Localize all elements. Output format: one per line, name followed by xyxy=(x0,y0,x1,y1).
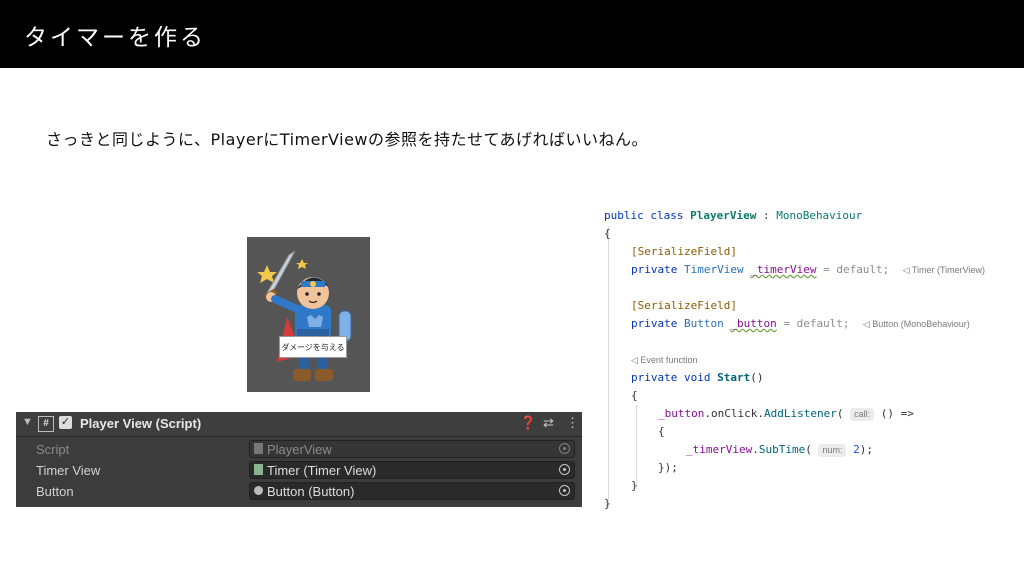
field-row-script: Script PlayerView xyxy=(16,439,582,460)
unity-inspector-panel: ▼ # ✓ Player View (Script) ❓ ⇄ ⋮ Script … xyxy=(16,412,582,507)
code-method-call: AddListener xyxy=(763,407,837,420)
code-paren: ( xyxy=(836,407,844,420)
code-method-call: SubTime xyxy=(758,443,806,456)
code-line-add-listener: _button.onClick.AddListener( call: () => xyxy=(658,406,914,422)
help-icon[interactable]: ❓ xyxy=(520,415,536,431)
enabled-checkbox[interactable]: ✓ xyxy=(59,416,72,429)
code-line-field-button: private Button _button = default; ◁ Butt… xyxy=(631,316,970,332)
field-row-button: Button Button (Button) xyxy=(16,481,582,502)
code-line-brace: } xyxy=(631,479,638,492)
code-chain: .onClick. xyxy=(704,407,764,420)
usage-hint[interactable]: ◁ Button (MonoBehaviour) xyxy=(863,319,970,329)
button-object-field[interactable]: Button (Button) xyxy=(249,482,575,500)
script-field-value: PlayerView xyxy=(267,442,332,457)
code-base-class: MonoBehaviour xyxy=(776,209,863,222)
code-close: ); xyxy=(859,443,873,456)
code-line-subtime: _timerView.SubTime( num: 2); xyxy=(686,442,873,458)
param-hint: call: xyxy=(850,408,875,421)
component-title: Player View (Script) xyxy=(80,416,202,431)
field-label-button: Button xyxy=(36,484,74,499)
object-picker-icon[interactable] xyxy=(559,464,570,475)
field-label-script: Script xyxy=(36,442,70,457)
event-function-hint[interactable]: ◁ Event function xyxy=(631,355,697,365)
code-line-field-timer: private TimerView _timerView = default; … xyxy=(631,262,985,278)
code-line-close-lambda: }); xyxy=(658,461,678,474)
indent-guide xyxy=(608,226,609,508)
code-attribute: [SerializeField] xyxy=(631,299,737,312)
code-type: Button xyxy=(683,317,731,330)
code-line-brace: } xyxy=(604,497,611,510)
code-line-class-decl: public class PlayerView : MonoBehaviour xyxy=(604,208,862,224)
code-paren: ( xyxy=(805,443,812,456)
code-line-brace: { xyxy=(631,389,638,402)
code-keyword: private xyxy=(631,317,684,330)
timer-view-field-value: Timer (Timer View) xyxy=(267,463,377,478)
indent-guide xyxy=(636,405,637,489)
code-default: = default; xyxy=(816,263,890,276)
code-dot: . xyxy=(752,443,759,456)
code-number: 2 xyxy=(853,443,860,456)
code-field-name: _button xyxy=(730,317,777,330)
code-keyword: public class xyxy=(604,209,691,222)
code-line-brace: { xyxy=(658,425,665,438)
code-separator: : xyxy=(756,209,777,222)
usage-hint[interactable]: ◁ Timer (TimerView) xyxy=(903,265,985,275)
field-label-timer-view: Timer View xyxy=(36,463,101,478)
script-file-icon xyxy=(254,443,263,454)
code-line-brace: { xyxy=(604,227,611,240)
code-line-start: private void Start() xyxy=(631,370,763,386)
code-keyword: private xyxy=(631,263,684,276)
script-hash-icon: # xyxy=(38,416,54,432)
description-text: さっきと同じように、PlayerにTimerViewの参照を持たせてあげればいい… xyxy=(46,130,649,149)
more-vertical-icon[interactable]: ⋮ xyxy=(566,415,579,431)
code-line-attr: [SerializeField] xyxy=(631,298,737,314)
object-picker-icon xyxy=(559,443,570,454)
code-attribute: [SerializeField] xyxy=(631,245,737,258)
button-field-value: Button (Button) xyxy=(267,484,355,499)
code-field-ref: _button xyxy=(658,407,705,420)
sliders-icon[interactable]: ⇄ xyxy=(543,415,554,431)
code-default: = default; xyxy=(776,317,850,330)
script-object-field: PlayerView xyxy=(249,440,575,458)
code-lambda: () => xyxy=(874,407,914,420)
code-field-ref: _timerView xyxy=(686,443,753,456)
timer-view-object-field[interactable]: Timer (Timer View) xyxy=(249,461,575,479)
button-component-icon xyxy=(254,486,263,495)
code-parens: () xyxy=(750,371,764,384)
hero-character-image xyxy=(257,250,352,381)
damage-button[interactable]: ダメージを与える xyxy=(279,336,347,358)
header-bar: タイマーを作る xyxy=(0,0,1024,68)
component-header[interactable]: ▼ # ✓ Player View (Script) ❓ ⇄ ⋮ xyxy=(16,412,582,437)
code-type: TimerView xyxy=(683,263,751,276)
collapse-arrow-icon[interactable]: ▼ xyxy=(22,416,33,428)
object-picker-icon[interactable] xyxy=(559,485,570,496)
code-keyword: private void xyxy=(631,371,718,384)
script-file-icon xyxy=(254,464,263,475)
code-class-name: PlayerView xyxy=(690,209,757,222)
code-line-event-hint: ◁ Event function xyxy=(631,352,697,368)
field-row-timer-view: Timer View Timer (Timer View) xyxy=(16,460,582,481)
hero-illustration xyxy=(247,237,370,392)
code-method-name: Start xyxy=(717,371,751,384)
slide-title: タイマーを作る xyxy=(24,25,206,51)
code-field-name: _timerView xyxy=(750,263,817,276)
code-line-attr: [SerializeField] xyxy=(631,244,737,260)
param-hint: num: xyxy=(818,444,847,457)
